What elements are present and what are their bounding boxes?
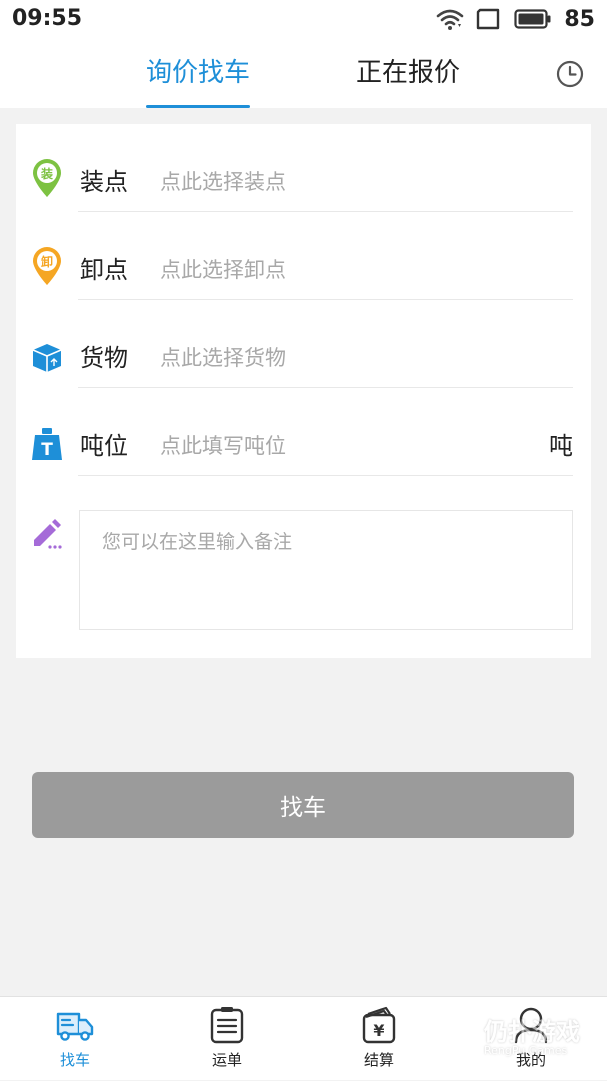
tab-inquiry-find-car[interactable]: 询价找车 [136, 40, 260, 108]
nav-item-settlement[interactable]: ¥ 结算 [329, 997, 429, 1081]
nav-item-find-car[interactable]: 找车 [25, 997, 125, 1081]
unloading-point-input[interactable]: 点此选择卸点 [160, 254, 286, 284]
status-icons: 85 [436, 5, 595, 33]
settlement-wallet-icon: ¥ [362, 1006, 396, 1044]
edit-pencil-icon [34, 519, 62, 549]
status-time: 09:55 [12, 6, 83, 31]
tonnage-unit: 吨 [549, 432, 573, 460]
tonnage-row[interactable]: T 吨位 点此填写吨位 吨 [16, 388, 591, 476]
loading-point-row[interactable]: 装 装点 点此选择装点 [16, 124, 591, 212]
screen-rotation-icon [477, 8, 500, 30]
cargo-label: 货物 [80, 344, 128, 372]
nav-label-profile: 我的 [515, 1051, 546, 1069]
unloading-point-row[interactable]: 卸 卸点 点此选择卸点 [16, 212, 591, 300]
loading-point-label: 装点 [80, 168, 128, 196]
cargo-row[interactable]: 货物 点此选择货物 [16, 300, 591, 388]
history-clock-icon[interactable] [555, 59, 585, 89]
divider [78, 475, 573, 476]
unloading-pin-glyph: 卸 [41, 254, 53, 269]
user-profile-icon [514, 1007, 548, 1044]
cargo-box-icon [32, 344, 62, 372]
wifi-icon [437, 9, 464, 30]
notes-textarea[interactable] [79, 510, 573, 630]
waybill-clipboard-icon [210, 1007, 244, 1044]
nav-label-waybill: 运单 [211, 1051, 242, 1069]
loading-point-input[interactable]: 点此选择装点 [160, 166, 286, 196]
battery-level: 85 [564, 6, 595, 32]
nav-item-waybill[interactable]: 运单 [177, 997, 277, 1081]
status-bar: 09:55 85 [0, 0, 607, 40]
inquiry-form: 装 装点 点此选择装点 卸 卸点 点此选择卸点 货物 点此选择货物 T 吨位 点… [16, 124, 591, 658]
nav-label-settlement: 结算 [363, 1051, 394, 1069]
svg-text:¥: ¥ [373, 1021, 384, 1040]
weight-icon: T [32, 428, 62, 460]
weight-glyph: T [41, 440, 53, 460]
loading-point-pin-icon: 装 [33, 159, 61, 197]
loading-pin-glyph: 装 [40, 166, 53, 181]
truck-icon [56, 1012, 94, 1041]
tab-quoting[interactable]: 正在报价 [346, 40, 470, 108]
unloading-point-label: 卸点 [80, 256, 128, 284]
nav-item-profile[interactable]: 我的 [481, 997, 581, 1081]
bottom-nav: 找车 运单 ¥ 结算 我的 [0, 996, 607, 1080]
find-car-button[interactable]: 找车 [32, 772, 574, 838]
top-tab-bar: 询价找车 正在报价 [0, 40, 607, 108]
cargo-input[interactable]: 点此选择货物 [160, 342, 286, 372]
tonnage-input[interactable]: 点此填写吨位 [160, 430, 286, 460]
battery-icon [514, 9, 551, 29]
tonnage-label: 吨位 [80, 432, 128, 460]
nav-label-find-car: 找车 [59, 1051, 90, 1069]
unloading-point-pin-icon: 卸 [33, 247, 61, 285]
